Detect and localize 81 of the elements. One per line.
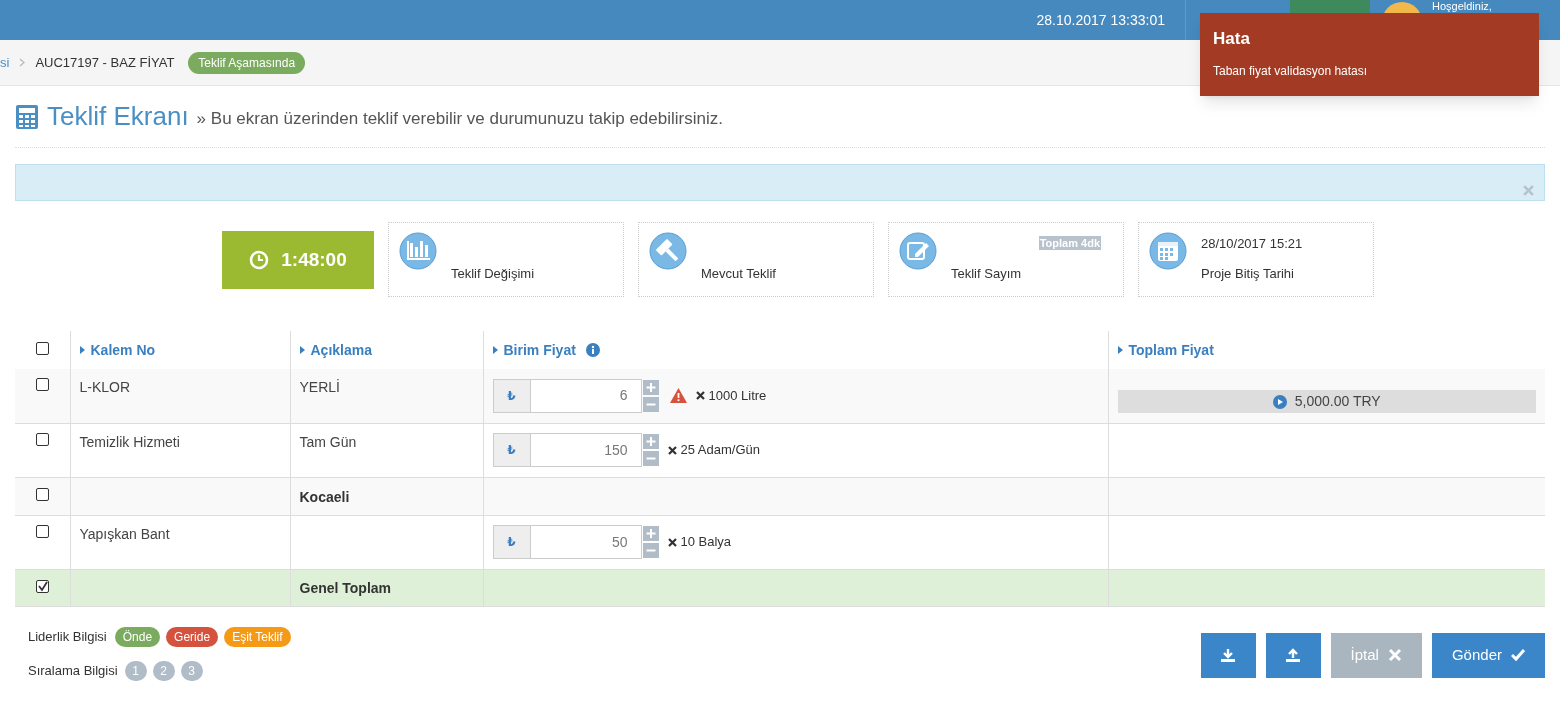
stat-label: Teklif Değişimi [451,265,535,283]
rank-badge: 2 [152,660,175,681]
submit-button[interactable]: Gönder [1431,632,1545,678]
calendar-icon [1149,232,1187,270]
download-button[interactable] [1200,632,1256,678]
column-header[interactable]: Toplam Fiyat [1128,339,1214,361]
price-value: 6 [618,386,629,406]
toast-title: Hata [1213,28,1251,50]
column-header[interactable]: Açıklama [310,339,372,361]
greeting: Hoşgeldiniz, [1432,0,1492,12]
gavel-icon [649,232,687,270]
table-row[interactable]: L-KLOR YERLİ ₺ 6 1000 Litre 5,000.00 TRY [15,369,1545,423]
table-row[interactable]: Kocaeli [15,477,1545,515]
column-header[interactable]: Birim Fiyat [503,339,576,361]
legend-label: Liderlik Bilgisi [28,627,107,646]
status-badge: Teklif Aşamasında [188,51,306,74]
price-value: 50 [610,532,629,552]
caret-icon [299,346,305,355]
header-datetime: 28.10.2017 13:33:01 [1036,10,1165,30]
caret-icon [1117,346,1123,355]
upload-icon [1286,648,1301,662]
rank-badge: 3 [180,660,203,681]
toast-message: Taban fiyat validasyon hatası [1213,62,1369,80]
upload-button[interactable] [1265,632,1321,678]
table-cell: Tam Gün [299,433,357,450]
currency-symbol: ₺ [493,434,531,466]
edit-icon [899,232,937,270]
total-price-text: 5,000.00 TRY [1294,392,1381,412]
stat-label: Teklif Sayım [951,265,1022,283]
table-cell: Temizlik Hizmeti [79,433,180,450]
table-row[interactable]: Yapışkan Bant ₺ 50 10 Balya [15,515,1545,569]
status-badge: Eşit Teklif [224,626,291,647]
checkbox[interactable] [35,341,49,355]
download-icon [1221,648,1236,662]
checkbox[interactable] [35,487,49,501]
status-badge: Önde [114,626,161,647]
table-cell: Yapışkan Bant [79,525,170,542]
close-icon [1387,648,1402,662]
currency-symbol: ₺ [493,379,531,412]
stat-badge: Toplam 4dk [1038,236,1101,250]
column-header[interactable]: Kalem No [90,339,156,361]
page-title: Teklif Ekranı [47,100,189,133]
caret-icon [79,346,85,355]
status-badge: Geride [166,626,219,647]
timer-text: 1:48:00 [281,247,347,272]
rank-badge: 1 [124,660,147,681]
table-cell: L-KLOR [79,379,131,395]
chevron-icon [19,58,26,67]
table-cell: Kocaeli [299,488,350,505]
quantity-text: 25 Adam/Gün [680,441,760,460]
check-icon [1511,648,1525,662]
checkbox[interactable] [35,432,49,446]
table-row[interactable]: Temizlik Hizmeti Tam Gün ₺ 150 25 Adam/Gün [15,423,1545,477]
stat-label: Proje Bitiş Tarihi [1201,265,1295,283]
calculator-icon [15,103,39,130]
price-field[interactable]: ₺ 50 [492,525,642,559]
breadcrumb-link[interactable]: si [0,52,10,73]
multiply-icon [667,445,677,455]
multiply-icon [695,391,705,401]
price-field[interactable]: ₺ 6 [492,378,642,413]
price-field[interactable]: ₺ 150 [492,433,642,467]
checkbox[interactable] [35,524,49,538]
price-value: 150 [603,440,629,460]
quantity-text: 1000 Litre [708,387,767,405]
table-row[interactable]: Genel Toplam [15,569,1545,606]
legend-label: Sıralama Bilgisi [28,661,118,680]
chart-icon [399,232,437,270]
clock-icon [249,250,270,270]
play-icon [1272,394,1287,409]
quantity-text: 10 Balya [680,533,732,552]
page-subtitle: » Bu ekran üzerinden teklif verebilir ve durumunuzu takip edebilirsiniz. [196,107,723,130]
table-cell: Genel Toplam [299,580,392,596]
multiply-icon [667,537,677,547]
breadcrumb-link[interactable]: AUC17197 - BAZ FİYAT [35,52,175,73]
stat-label: Mevcut Teklif [701,265,776,283]
stat-value: 28/10/2017 15:21 [1201,236,1303,252]
currency-symbol: ₺ [493,526,531,558]
checkbox[interactable] [35,378,49,391]
table-cell: YERLİ [299,379,340,395]
checkbox[interactable] [35,580,49,593]
caret-icon [492,346,498,355]
